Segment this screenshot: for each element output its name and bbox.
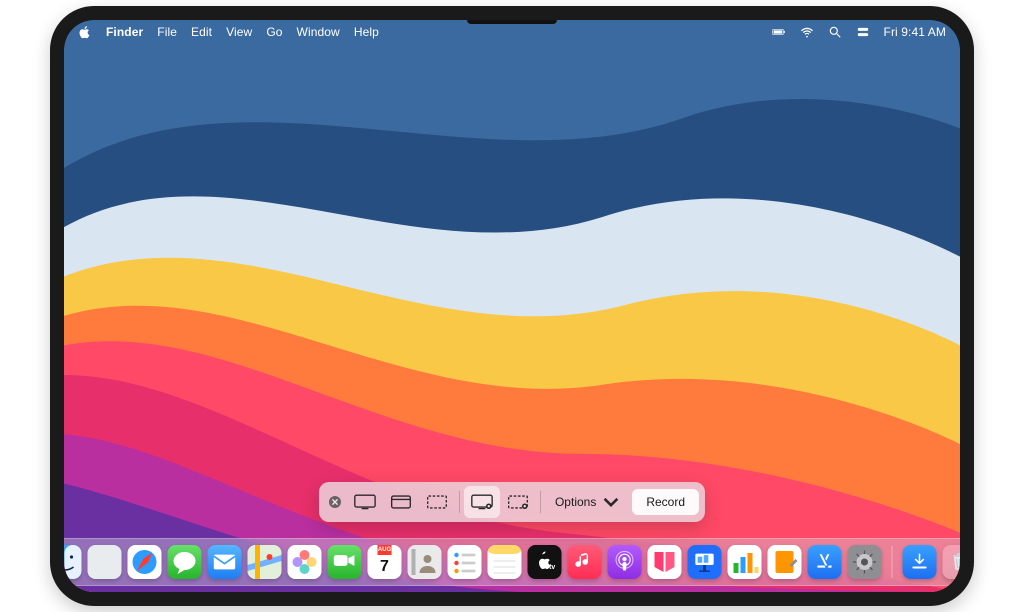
- dock-messages[interactable]: [168, 545, 202, 579]
- dock-separator: [892, 546, 893, 578]
- capture-entire-screen-button[interactable]: [347, 486, 383, 518]
- dock-photos[interactable]: [288, 545, 322, 579]
- battery-icon[interactable]: [772, 25, 786, 39]
- dock-settings[interactable]: [848, 545, 882, 579]
- dock-news[interactable]: [648, 545, 682, 579]
- dock-facetime[interactable]: [328, 545, 362, 579]
- dock-contacts[interactable]: [408, 545, 442, 579]
- screenshot-toolbar: Options Record: [319, 482, 705, 522]
- dock-trash[interactable]: [943, 545, 961, 579]
- menu-help[interactable]: Help: [354, 25, 379, 39]
- menubar-clock[interactable]: Fri 9:41 AM: [884, 25, 946, 39]
- calendar-day-label: 7: [380, 555, 389, 579]
- dock: AUG 7 tv: [64, 538, 960, 586]
- menu-view[interactable]: View: [226, 25, 252, 39]
- dock-calendar[interactable]: AUG 7: [368, 545, 402, 579]
- dock-safari[interactable]: [128, 545, 162, 579]
- dock-notes[interactable]: [488, 545, 522, 579]
- calendar-month-label: AUG: [378, 545, 391, 555]
- dock-tv[interactable]: tv: [528, 545, 562, 579]
- toolbar-divider: [459, 491, 460, 513]
- dock-appstore[interactable]: [808, 545, 842, 579]
- capture-selection-button[interactable]: [419, 486, 455, 518]
- menu-file[interactable]: File: [157, 25, 177, 39]
- menu-window[interactable]: Window: [297, 25, 340, 39]
- dock-podcasts[interactable]: [608, 545, 642, 579]
- dock-reminders[interactable]: [448, 545, 482, 579]
- chevron-down-icon: [600, 494, 622, 510]
- dock-music[interactable]: [568, 545, 602, 579]
- menu-go[interactable]: Go: [266, 25, 282, 39]
- capture-window-button[interactable]: [383, 486, 419, 518]
- dock-launchpad[interactable]: [88, 545, 122, 579]
- dock-downloads[interactable]: [903, 545, 937, 579]
- laptop-frame: Finder File Edit View Go Window Help: [50, 6, 974, 606]
- screenshot-close-button[interactable]: [323, 494, 347, 510]
- menubar-app-name[interactable]: Finder: [106, 25, 143, 39]
- dock-finder[interactable]: [64, 545, 82, 579]
- record-selection-button[interactable]: [500, 486, 536, 518]
- svg-text:tv: tv: [549, 564, 555, 571]
- apple-menu-icon[interactable]: [78, 25, 92, 39]
- dock-pages[interactable]: [768, 545, 802, 579]
- dock-numbers[interactable]: [728, 545, 762, 579]
- screenshot-options-button[interactable]: Options: [545, 494, 632, 510]
- dock-mail[interactable]: [208, 545, 242, 579]
- record-label: Record: [646, 495, 685, 509]
- wifi-icon[interactable]: [800, 25, 814, 39]
- dock-maps[interactable]: [248, 545, 282, 579]
- control-center-icon[interactable]: [856, 25, 870, 39]
- spotlight-icon[interactable]: [828, 25, 842, 39]
- menu-edit[interactable]: Edit: [191, 25, 212, 39]
- dock-keynote[interactable]: [688, 545, 722, 579]
- screenshot-record-button[interactable]: Record: [632, 489, 699, 515]
- toolbar-divider-2: [540, 491, 541, 513]
- desktop-screen: Finder File Edit View Go Window Help: [64, 20, 960, 592]
- record-entire-screen-button[interactable]: [464, 486, 500, 518]
- camera-notch: [467, 20, 557, 24]
- options-label: Options: [555, 495, 596, 509]
